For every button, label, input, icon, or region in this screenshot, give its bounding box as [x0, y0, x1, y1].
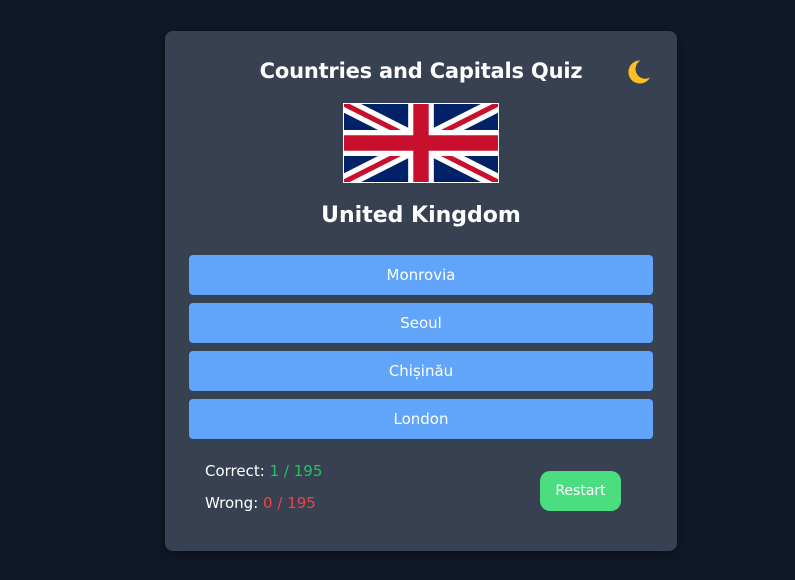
- correct-label: Correct:: [205, 462, 265, 480]
- country-flag: [343, 103, 499, 183]
- united-kingdom-flag-icon: [343, 103, 499, 183]
- answer-option-1[interactable]: Monrovia: [189, 255, 653, 295]
- restart-button[interactable]: Restart: [540, 471, 621, 511]
- answer-option-4[interactable]: London: [189, 399, 653, 439]
- moon-icon: [628, 60, 650, 84]
- answer-option-2[interactable]: Seoul: [189, 303, 653, 343]
- correct-score: Correct: 1 / 195: [205, 462, 322, 480]
- wrong-label: Wrong:: [205, 494, 259, 512]
- quiz-card: Countries and Capitals Quiz United Kingd…: [165, 31, 677, 551]
- theme-toggle-button[interactable]: [623, 57, 653, 87]
- wrong-score: Wrong: 0 / 195: [205, 494, 316, 512]
- correct-value: 1 / 195: [269, 462, 323, 480]
- quiz-title: Countries and Capitals Quiz: [259, 59, 583, 83]
- answer-options: Monrovia Seoul Chișinău London: [189, 255, 653, 447]
- answer-option-3[interactable]: Chișinău: [189, 351, 653, 391]
- country-name: United Kingdom: [321, 203, 521, 228]
- wrong-value: 0 / 195: [263, 494, 316, 512]
